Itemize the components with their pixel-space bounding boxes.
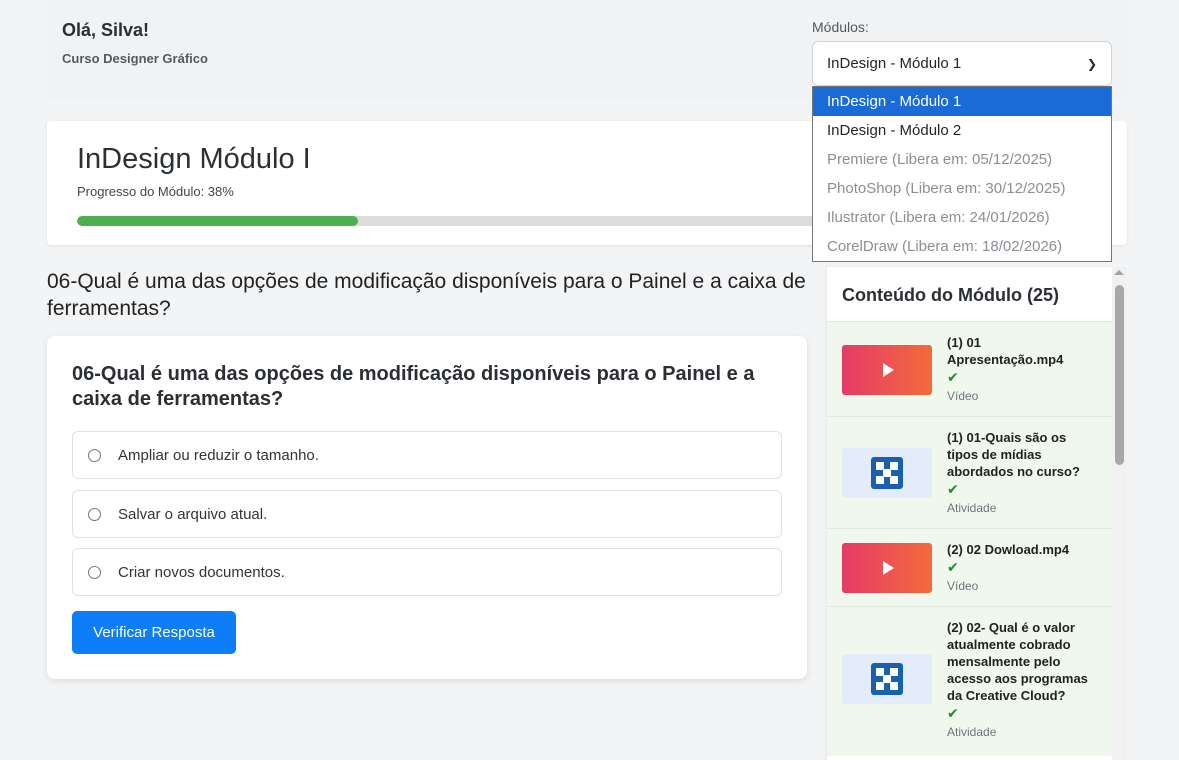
content-item-type: Atividade (947, 501, 997, 515)
check-icon: ✔ (947, 481, 959, 497)
content-item[interactable]: (2) 02 Dowload.mp4 ✔ Vídeo (827, 528, 1112, 606)
content-item-title: (1) 01-Quais são os tipos de mídias abor… (947, 430, 1080, 479)
video-thumbnail (842, 345, 932, 395)
answer-option-label: Criar novos documentos. (118, 563, 285, 581)
greeting: Olá, Silva! (62, 20, 150, 40)
content-item-title: (2) 02- Qual é o valor atualmente cobrad… (947, 620, 1088, 703)
module-option[interactable]: InDesign - Módulo 2 (813, 116, 1111, 145)
check-icon: ✔ (947, 705, 959, 721)
answer-option-label: Ampliar ou reduzir o tamanho. (118, 446, 319, 464)
answer-option-label: Salvar o arquivo atual. (118, 505, 268, 523)
check-icon: ✔ (947, 559, 959, 575)
puzzle-icon (871, 663, 903, 695)
sidebar-scrollbar-thumb[interactable] (1115, 285, 1124, 465)
verify-answer-button[interactable]: Verificar Resposta (72, 611, 236, 654)
question-heading: 06-Qual é uma das opções de modificação … (47, 270, 806, 320)
progress-bar-fill (77, 216, 359, 226)
modules-label: Módulos: (812, 19, 869, 35)
activity-thumbnail (842, 448, 932, 498)
module-option: Ilustrator (Libera em: 24/01/2026) (827, 209, 1050, 226)
scroll-up-arrow-icon[interactable] (1114, 270, 1124, 275)
module-dropdown-list[interactable]: InDesign - Módulo 1 InDesign - Módulo 2 Pr… (812, 86, 1112, 262)
check-icon: ✔ (947, 369, 959, 385)
module-option: Premiere (Libera em: 05/12/2025) (827, 151, 1053, 168)
content-item-type: Vídeo (947, 579, 979, 593)
video-thumbnail (842, 543, 932, 593)
progress-bar (77, 216, 817, 226)
module-select[interactable]: InDesign - Módulo 1 ❯ (812, 41, 1112, 86)
activity-thumbnail (842, 654, 932, 704)
content-item[interactable]: (1) 01-Quais são os tipos de mídias abor… (827, 416, 1112, 528)
content-item-title: (1) 01 Apresentação.mp4 (947, 335, 1064, 367)
question-card-title: 06-Qual é uma das opções de modificação … (72, 363, 755, 410)
chevron-down-icon: ❯ (1086, 56, 1097, 71)
content-item-type: Vídeo (947, 389, 979, 403)
content-item-title: (2) 02 Dowload.mp4 (947, 542, 1070, 557)
module-option: CorelDraw (Libera em: 18/02/2026) (827, 238, 1063, 255)
answer-option[interactable]: Ampliar ou reduzir o tamanho. (72, 431, 782, 479)
content-item[interactable]: (2) 02- Qual é o valor atualmente cobrad… (827, 606, 1112, 756)
module-option[interactable]: InDesign - Módulo 1 (813, 87, 1111, 116)
radio-button[interactable] (88, 507, 101, 521)
answer-option[interactable]: Salvar o arquivo atual. (72, 490, 782, 538)
progress-label: Progresso do Módulo: 38% (77, 184, 234, 199)
module-content-sidebar: Conteúdo do Módulo (25) (1) 01 Apresenta… (827, 267, 1112, 760)
module-option: PhotoShop (Libera em: 30/12/2025) (827, 180, 1066, 197)
answer-option[interactable]: Criar novos documentos. (72, 548, 782, 596)
radio-button[interactable] (88, 448, 101, 462)
play-icon (883, 561, 894, 575)
radio-button[interactable] (88, 565, 101, 579)
content-item-type: Atividade (947, 725, 997, 739)
module-select-value: InDesign - Módulo 1 (827, 55, 962, 72)
module-title: InDesign Módulo I (77, 143, 311, 175)
puzzle-icon (871, 457, 903, 489)
question-card: 06-Qual é uma das opções de modificação … (47, 336, 807, 679)
play-icon (883, 363, 894, 377)
course-name: Curso Designer Gráfico (62, 51, 208, 66)
sidebar-title: Conteúdo do Módulo (25) (842, 285, 1059, 305)
content-item[interactable]: (1) 01 Apresentação.mp4 ✔ Vídeo (827, 321, 1112, 416)
